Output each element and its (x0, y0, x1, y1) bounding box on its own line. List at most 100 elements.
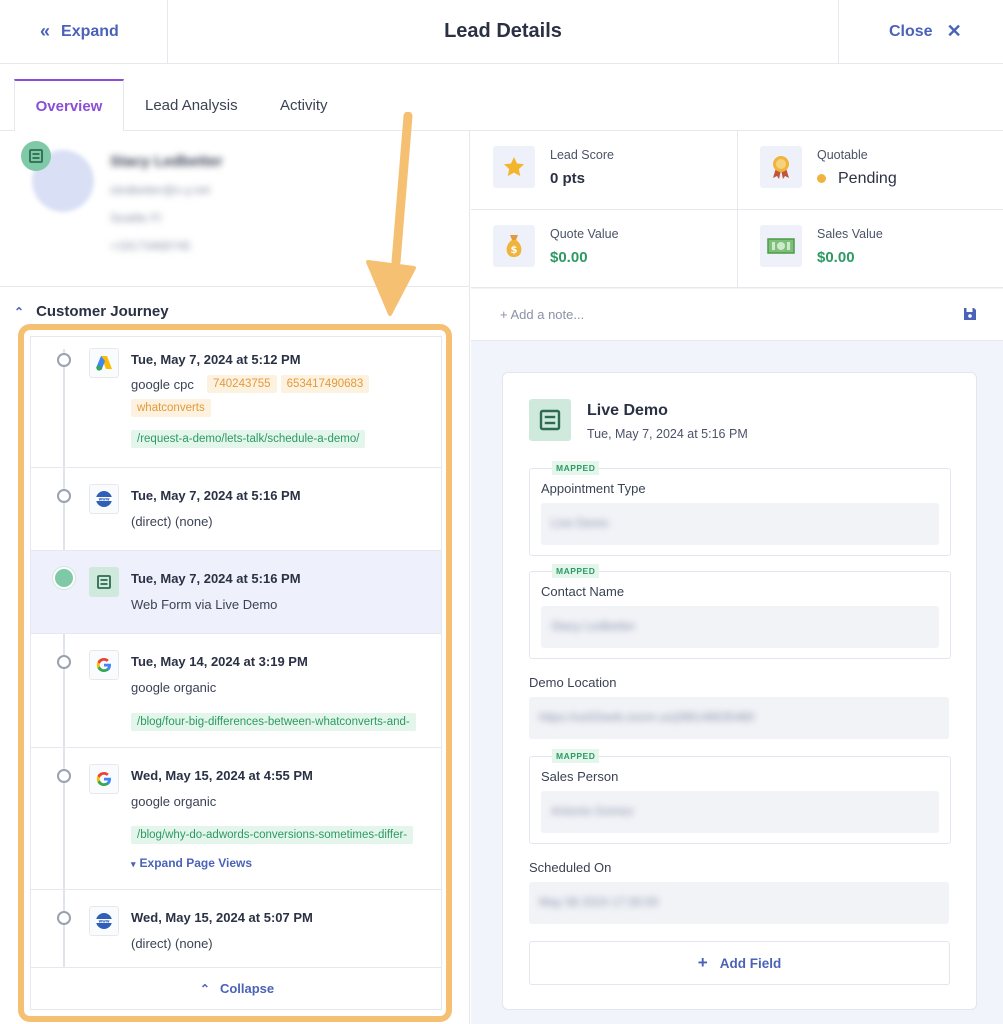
appointment-type-field: MAPPED Appointment Type Live Demo (529, 461, 951, 556)
lead-score-stat: Lead Score 0 pts (471, 131, 737, 209)
mapped-badge: MAPPED (552, 461, 600, 475)
plus-icon: + (697, 953, 708, 972)
card-date: Tue, May 7, 2024 at 5:16 PM (587, 427, 748, 441)
stat-label: Lead Score (550, 148, 614, 162)
expand-button[interactable]: « Expand (0, 0, 168, 63)
adgroup-tag: 653417490683 (280, 375, 370, 393)
demo-location-label: Demo Location (529, 675, 617, 690)
www-icon: www (89, 484, 119, 514)
chevron-down-icon: ▾ (131, 859, 136, 869)
expand-page-views-button[interactable]: ▾ Expand Page Views (131, 856, 252, 870)
journey-source: Web Form via Live Demo (131, 597, 278, 612)
annotation-arrow (366, 112, 416, 316)
cash-stack-icon (760, 225, 802, 267)
contact-name-value[interactable]: Stacy Ledbetter (541, 606, 939, 648)
timeline-dot (57, 655, 71, 669)
journey-source: google organic (131, 680, 217, 695)
google-icon (89, 764, 119, 794)
page-path-tag[interactable]: /blog/four-big-differences-between-whatc… (131, 713, 416, 731)
journey-entry-active[interactable]: Tue, May 7, 2024 at 5:16 PM Web Form via… (31, 551, 441, 634)
demo-location-value[interactable]: https://us02web.zoom.us/j/88148635480 (529, 697, 949, 739)
svg-text:www: www (98, 919, 109, 924)
quotable-value[interactable]: Pending (817, 170, 897, 188)
journey-highlight-frame: Tue, May 7, 2024 at 5:12 PM google cpc 7… (18, 324, 452, 1022)
field-label: Sales Person (541, 769, 619, 784)
web-form-icon (89, 567, 119, 597)
page-path-tag[interactable]: /blog/why-do-adwords-conversions-sometim… (131, 826, 414, 844)
save-icon[interactable] (963, 307, 977, 321)
web-form-icon (529, 399, 571, 441)
expand-label: Expand (61, 22, 119, 40)
field-label: Appointment Type (541, 481, 646, 496)
stat-label: Sales Value (817, 227, 883, 241)
page-path-tag[interactable]: /request-a-demo/lets-talk/schedule-a-dem… (131, 430, 366, 448)
scheduled-on-value[interactable]: May 08 2024 17:30:00 (529, 882, 949, 924)
journey-entry[interactable]: Tue, May 14, 2024 at 3:19 PM google orga… (31, 634, 441, 748)
web-form-badge-icon (21, 141, 51, 171)
page-title: Lead Details (444, 20, 562, 42)
close-button[interactable]: Close ✕ (838, 0, 1003, 63)
journey-entry[interactable]: www Tue, May 7, 2024 at 5:16 PM (direct)… (31, 468, 441, 551)
field-value: https://us02web.zoom.us/j/88148635480 (539, 710, 755, 724)
close-icon: ✕ (946, 21, 962, 41)
contact-name-field: MAPPED Contact Name Stacy Ledbetter (529, 564, 951, 659)
field-value: Antonio Gomez (551, 804, 634, 818)
lead-email: sledbetter@x-y.net (110, 183, 211, 197)
stat-label: Quotable (817, 148, 868, 162)
award-ribbon-icon (760, 146, 802, 188)
field-value: Stacy Ledbetter (551, 619, 636, 633)
tab-lead-analysis[interactable]: Lead Analysis (145, 79, 238, 131)
status-dot (817, 174, 826, 184)
star-icon (493, 146, 535, 188)
journey-date: Wed, May 15, 2024 at 4:55 PM (131, 768, 313, 783)
lead-name: Stacy Ledbetter (110, 153, 223, 170)
money-bag-icon: $ (493, 225, 535, 267)
journey-date: Tue, May 7, 2024 at 5:16 PM (131, 571, 301, 586)
expand-page-views-label: Expand Page Views (139, 856, 253, 870)
timeline-dot (57, 911, 71, 925)
google-icon (89, 650, 119, 680)
stat-value: $0.00 (550, 249, 588, 266)
collapse-button[interactable]: ⌃ Collapse (31, 967, 441, 1009)
tab-activity[interactable]: Activity (280, 79, 328, 131)
appointment-type-value[interactable]: Live Demo (541, 503, 939, 545)
campaign-tag: 740243755 (207, 375, 277, 393)
sales-value-stat[interactable]: Sales Value $0.00 (738, 210, 1003, 288)
customer-journey-toggle[interactable]: ⌃ Customer Journey (14, 303, 169, 320)
quotable-stat[interactable]: Quotable Pending (738, 131, 1003, 209)
web-form-details-card: Live Demo Tue, May 7, 2024 at 5:16 PM MA… (502, 372, 977, 1010)
journey-source: google cpc (131, 377, 194, 392)
chevron-up-icon: ⌃ (14, 304, 25, 319)
timeline-dot (57, 769, 71, 783)
journey-date: Tue, May 14, 2024 at 3:19 PM (131, 654, 308, 669)
stats-grid: Lead Score 0 pts Quotable Pending $ Quot… (471, 131, 1003, 288)
journey-entry[interactable]: Tue, May 7, 2024 at 5:12 PM google cpc 7… (31, 337, 441, 468)
double-chevron-left-icon: « (40, 21, 50, 41)
field-value: Live Demo (551, 516, 609, 530)
scheduled-on-label: Scheduled On (529, 860, 612, 875)
quotable-status: Pending (838, 170, 897, 187)
lead-phone: +19173468745 (110, 239, 191, 253)
field-label: Contact Name (541, 584, 625, 599)
journey-list: Tue, May 7, 2024 at 5:12 PM google cpc 7… (30, 336, 442, 1010)
sales-person-value[interactable]: Antonio Gomez (541, 791, 939, 833)
journey-source: (direct) (none) (131, 514, 213, 529)
landing-path: /blog/four-big-differences-between-whatc… (131, 712, 431, 731)
add-note-input[interactable]: + Add a note... (500, 307, 584, 322)
lead-company: Seattle FI (110, 211, 162, 225)
field-value: May 08 2024 17:30:00 (539, 895, 659, 909)
add-field-label: Add Field (719, 955, 782, 971)
journey-entry[interactable]: www Wed, May 15, 2024 at 5:07 PM (direct… (31, 890, 441, 969)
www-icon: www (89, 906, 119, 936)
journey-source: (direct) (none) (131, 936, 213, 951)
note-bar: + Add a note... (471, 289, 1003, 341)
add-field-button[interactable]: + Add Field (529, 941, 950, 985)
quote-value-stat[interactable]: $ Quote Value $0.00 (471, 210, 737, 288)
google-ads-icon (89, 348, 119, 378)
mapped-badge: MAPPED (552, 564, 600, 578)
svg-text:www: www (98, 497, 109, 502)
customer-journey-heading: Customer Journey (36, 303, 169, 320)
tag-row: whatconverts (131, 398, 215, 417)
tab-overview[interactable]: Overview (14, 79, 124, 132)
journey-entry[interactable]: Wed, May 15, 2024 at 4:55 PM google orga… (31, 748, 441, 890)
